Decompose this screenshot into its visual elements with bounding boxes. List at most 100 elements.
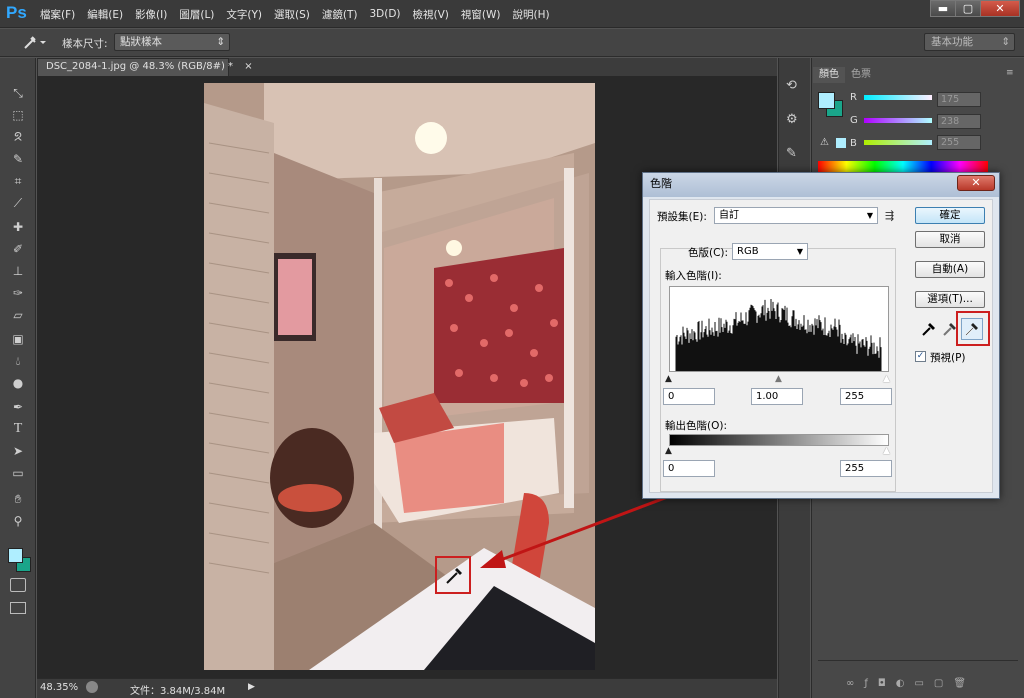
gamut-warning-icon[interactable]: ⚠ bbox=[820, 137, 829, 148]
eyedropper-cursor-icon bbox=[446, 568, 462, 584]
preview-label: 預視(P) bbox=[930, 352, 966, 364]
menu-layer[interactable]: 圖層(L) bbox=[179, 7, 214, 22]
layers-footer-icons: ∞ƒ◘◐▭▢🗑︎ bbox=[846, 678, 977, 689]
chevron-down-icon: ▼ bbox=[796, 247, 803, 256]
menu-filter[interactable]: 濾鏡(T) bbox=[322, 7, 358, 22]
eraser-icon[interactable]: ▱ bbox=[8, 306, 28, 324]
menu-edit[interactable]: 編輯(E) bbox=[87, 7, 123, 22]
cancel-button[interactable]: 取消 bbox=[915, 231, 985, 248]
gradient-icon[interactable]: ▣ bbox=[8, 330, 28, 348]
tab-color[interactable]: 顏色 bbox=[813, 67, 845, 83]
channel-g-value[interactable]: 238 bbox=[937, 114, 981, 129]
properties-icon[interactable]: ⚙ bbox=[786, 112, 798, 127]
menu-type[interactable]: 文字(Y) bbox=[226, 7, 262, 22]
quick-select-icon[interactable]: ✎ bbox=[8, 150, 28, 168]
crop-icon[interactable]: ⌗ bbox=[8, 172, 28, 190]
output-black-field[interactable]: 0 bbox=[663, 460, 715, 477]
marquee-icon[interactable]: ⬚ bbox=[8, 106, 28, 124]
quick-mask-icon[interactable] bbox=[10, 578, 26, 592]
lasso-icon[interactable]: ᘝ bbox=[8, 128, 28, 146]
dodge-icon[interactable]: ● bbox=[8, 374, 28, 392]
shape-icon[interactable]: ▭ bbox=[8, 464, 28, 482]
foreground-color-swatch[interactable] bbox=[8, 548, 23, 563]
screen-mode-icon[interactable] bbox=[10, 602, 26, 614]
history-icon[interactable]: ⟲ bbox=[786, 78, 797, 93]
channel-r-label: R bbox=[850, 92, 857, 103]
move-icon[interactable]: ⤡ bbox=[8, 84, 28, 102]
workspace-switcher[interactable]: 基本功能 ⇕ bbox=[924, 33, 1015, 51]
channel-label: 色版(C): bbox=[688, 247, 729, 259]
history-brush-icon[interactable]: ✑ bbox=[8, 284, 28, 302]
zoom-icon[interactable]: ⚲ bbox=[8, 512, 28, 530]
channel-select[interactable]: RGB ▼ bbox=[732, 243, 808, 260]
menu-window[interactable]: 視窗(W) bbox=[461, 7, 501, 22]
ok-button[interactable]: 確定 bbox=[915, 207, 985, 224]
channel-r-slider[interactable] bbox=[864, 95, 932, 100]
channel-b-value[interactable]: 255 bbox=[937, 135, 981, 150]
hand-icon[interactable]: ✋︎ bbox=[8, 490, 28, 508]
preview-checkbox[interactable]: ✓ bbox=[915, 351, 926, 362]
levels-dialog-title: 色階 bbox=[643, 173, 999, 197]
gamut-swatch[interactable] bbox=[836, 138, 846, 148]
black-output-slider[interactable]: ▲ bbox=[665, 446, 672, 456]
menu-file[interactable]: 檔案(F) bbox=[40, 7, 75, 22]
channel-b-slider[interactable] bbox=[864, 140, 932, 145]
channel-g-slider[interactable] bbox=[864, 118, 932, 123]
eyedropper-icon[interactable]: ⟋ bbox=[8, 194, 28, 212]
document-size: 文件：3.84M/3.84M bbox=[130, 686, 226, 697]
document-tab-title: DSC_2084-1.jpg @ 48.3% (RGB/8#) * bbox=[46, 61, 234, 72]
menu-image[interactable]: 影像(I) bbox=[135, 7, 167, 22]
input-gamma-field[interactable]: 1.00 bbox=[751, 388, 803, 405]
panel-menu-icon[interactable]: ≡ bbox=[1006, 68, 1014, 78]
output-white-field[interactable]: 255 bbox=[840, 460, 892, 477]
status-menu-icon[interactable] bbox=[86, 681, 98, 693]
menu-view[interactable]: 檢視(V) bbox=[413, 7, 449, 22]
preset-select[interactable]: 自訂 ▼ bbox=[714, 207, 878, 224]
black-input-slider[interactable]: ▲ bbox=[665, 374, 672, 384]
chevron-down-icon: ▼ bbox=[866, 211, 873, 220]
zoom-level[interactable]: 48.35% bbox=[40, 682, 78, 693]
clone-stamp-icon[interactable]: ⊥ bbox=[8, 262, 28, 280]
options-button[interactable]: 選項(T)... bbox=[915, 291, 985, 308]
eyedropper-icon bbox=[24, 36, 46, 49]
output-levels-label: 輸出色階(O): bbox=[665, 420, 727, 432]
brush-preset-icon[interactable]: ✎ bbox=[786, 146, 797, 161]
white-input-slider[interactable]: ▲ bbox=[883, 374, 890, 384]
path-select-icon[interactable]: ➤ bbox=[8, 442, 28, 460]
tab-swatches[interactable]: 色票 bbox=[845, 67, 877, 83]
preset-value: 自訂 bbox=[719, 210, 739, 221]
blur-icon[interactable]: 💧︎ bbox=[8, 352, 28, 370]
close-icon[interactable]: × bbox=[244, 61, 252, 72]
sample-size-select[interactable]: 點狀樣本 ⇕ bbox=[114, 33, 230, 51]
brush-icon[interactable]: ✐ bbox=[8, 240, 28, 258]
eyedropper-highlight bbox=[956, 311, 990, 346]
maximize-button[interactable]: ▢ bbox=[955, 0, 981, 17]
menu-3d[interactable]: 3D(D) bbox=[369, 8, 400, 20]
channel-value: RGB bbox=[737, 246, 759, 257]
black-point-eyedropper-icon[interactable] bbox=[920, 320, 938, 338]
preset-options-icon[interactable]: ⇶ bbox=[885, 209, 894, 222]
healing-brush-icon[interactable]: ✚ bbox=[8, 218, 28, 236]
input-white-field[interactable]: 255 bbox=[840, 388, 892, 405]
auto-button[interactable]: 自動(A) bbox=[915, 261, 985, 278]
channel-b-label: B bbox=[850, 138, 857, 149]
document-tab[interactable]: DSC_2084-1.jpg @ 48.3% (RGB/8#) * × bbox=[37, 58, 253, 76]
play-icon[interactable]: ▶ bbox=[248, 682, 255, 692]
levels-dialog-close-button[interactable]: ✕ bbox=[957, 175, 995, 191]
sample-size-label: 樣本尺寸: bbox=[62, 38, 108, 50]
panel-foreground-swatch[interactable] bbox=[818, 92, 835, 109]
channel-r-value[interactable]: 175 bbox=[937, 92, 981, 107]
menu-select[interactable]: 選取(S) bbox=[274, 7, 310, 22]
document-image[interactable] bbox=[204, 83, 595, 670]
menu-help[interactable]: 說明(H) bbox=[513, 7, 550, 22]
minimize-button[interactable]: ▬ bbox=[930, 0, 956, 17]
type-icon[interactable]: T bbox=[8, 420, 28, 438]
preset-label: 預設集(E): bbox=[657, 211, 707, 223]
pen-icon[interactable]: ✒ bbox=[8, 398, 28, 416]
workspace-label: 基本功能 bbox=[931, 36, 973, 48]
gamma-input-slider[interactable]: ▲ bbox=[775, 374, 782, 384]
input-black-field[interactable]: 0 bbox=[663, 388, 715, 405]
close-window-button[interactable]: ✕ bbox=[980, 0, 1020, 17]
white-output-slider[interactable]: ▲ bbox=[883, 446, 890, 456]
tool-preset-picker[interactable] bbox=[22, 34, 48, 50]
